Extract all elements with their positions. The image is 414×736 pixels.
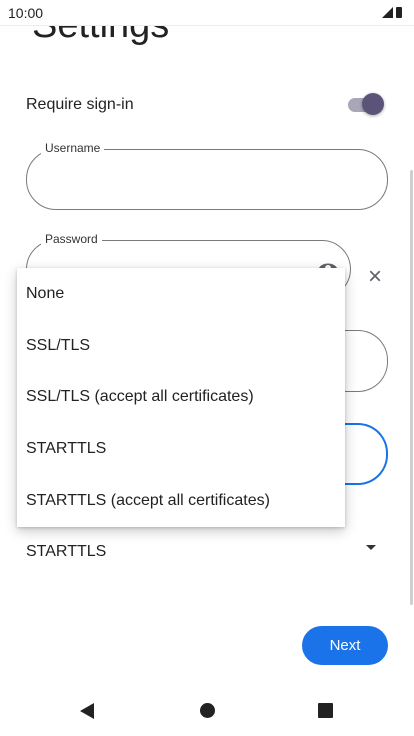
menu-item-starttls[interactable]: STARTTLS bbox=[17, 423, 345, 475]
username-field[interactable]: Username bbox=[26, 141, 388, 210]
recents-icon[interactable] bbox=[318, 703, 333, 718]
back-icon[interactable] bbox=[80, 703, 94, 719]
security-dropdown-menu: None SSL/TLS SSL/TLS (accept all certifi… bbox=[17, 268, 345, 527]
close-icon[interactable]: × bbox=[364, 265, 386, 289]
next-button[interactable]: Next bbox=[302, 626, 388, 665]
status-bar: 10:00 bbox=[0, 0, 414, 26]
menu-item-ssl-tls[interactable]: SSL/TLS bbox=[17, 320, 345, 372]
toggle-thumb bbox=[362, 93, 384, 115]
require-signin-label: Require sign-in bbox=[26, 96, 134, 113]
home-icon[interactable] bbox=[200, 703, 215, 718]
require-signin-row: Require sign-in bbox=[26, 93, 386, 116]
status-icons bbox=[382, 6, 402, 18]
scrollbar[interactable] bbox=[410, 170, 413, 605]
menu-item-none[interactable]: None bbox=[17, 268, 345, 320]
username-label: Username bbox=[41, 141, 105, 155]
menu-item-ssl-tls-accept-all[interactable]: SSL/TLS (accept all certificates) bbox=[17, 372, 345, 424]
chevron-down-icon[interactable] bbox=[366, 545, 376, 550]
navigation-bar bbox=[0, 686, 414, 736]
security-select-value[interactable]: STARTTLS bbox=[26, 543, 106, 561]
require-signin-toggle[interactable] bbox=[348, 93, 384, 115]
menu-item-starttls-accept-all[interactable]: STARTTLS (accept all certificates) bbox=[17, 475, 345, 527]
signal-icon bbox=[382, 7, 393, 18]
status-time: 10:00 bbox=[8, 5, 44, 21]
battery-icon bbox=[396, 7, 402, 18]
password-label: Password bbox=[41, 232, 102, 246]
